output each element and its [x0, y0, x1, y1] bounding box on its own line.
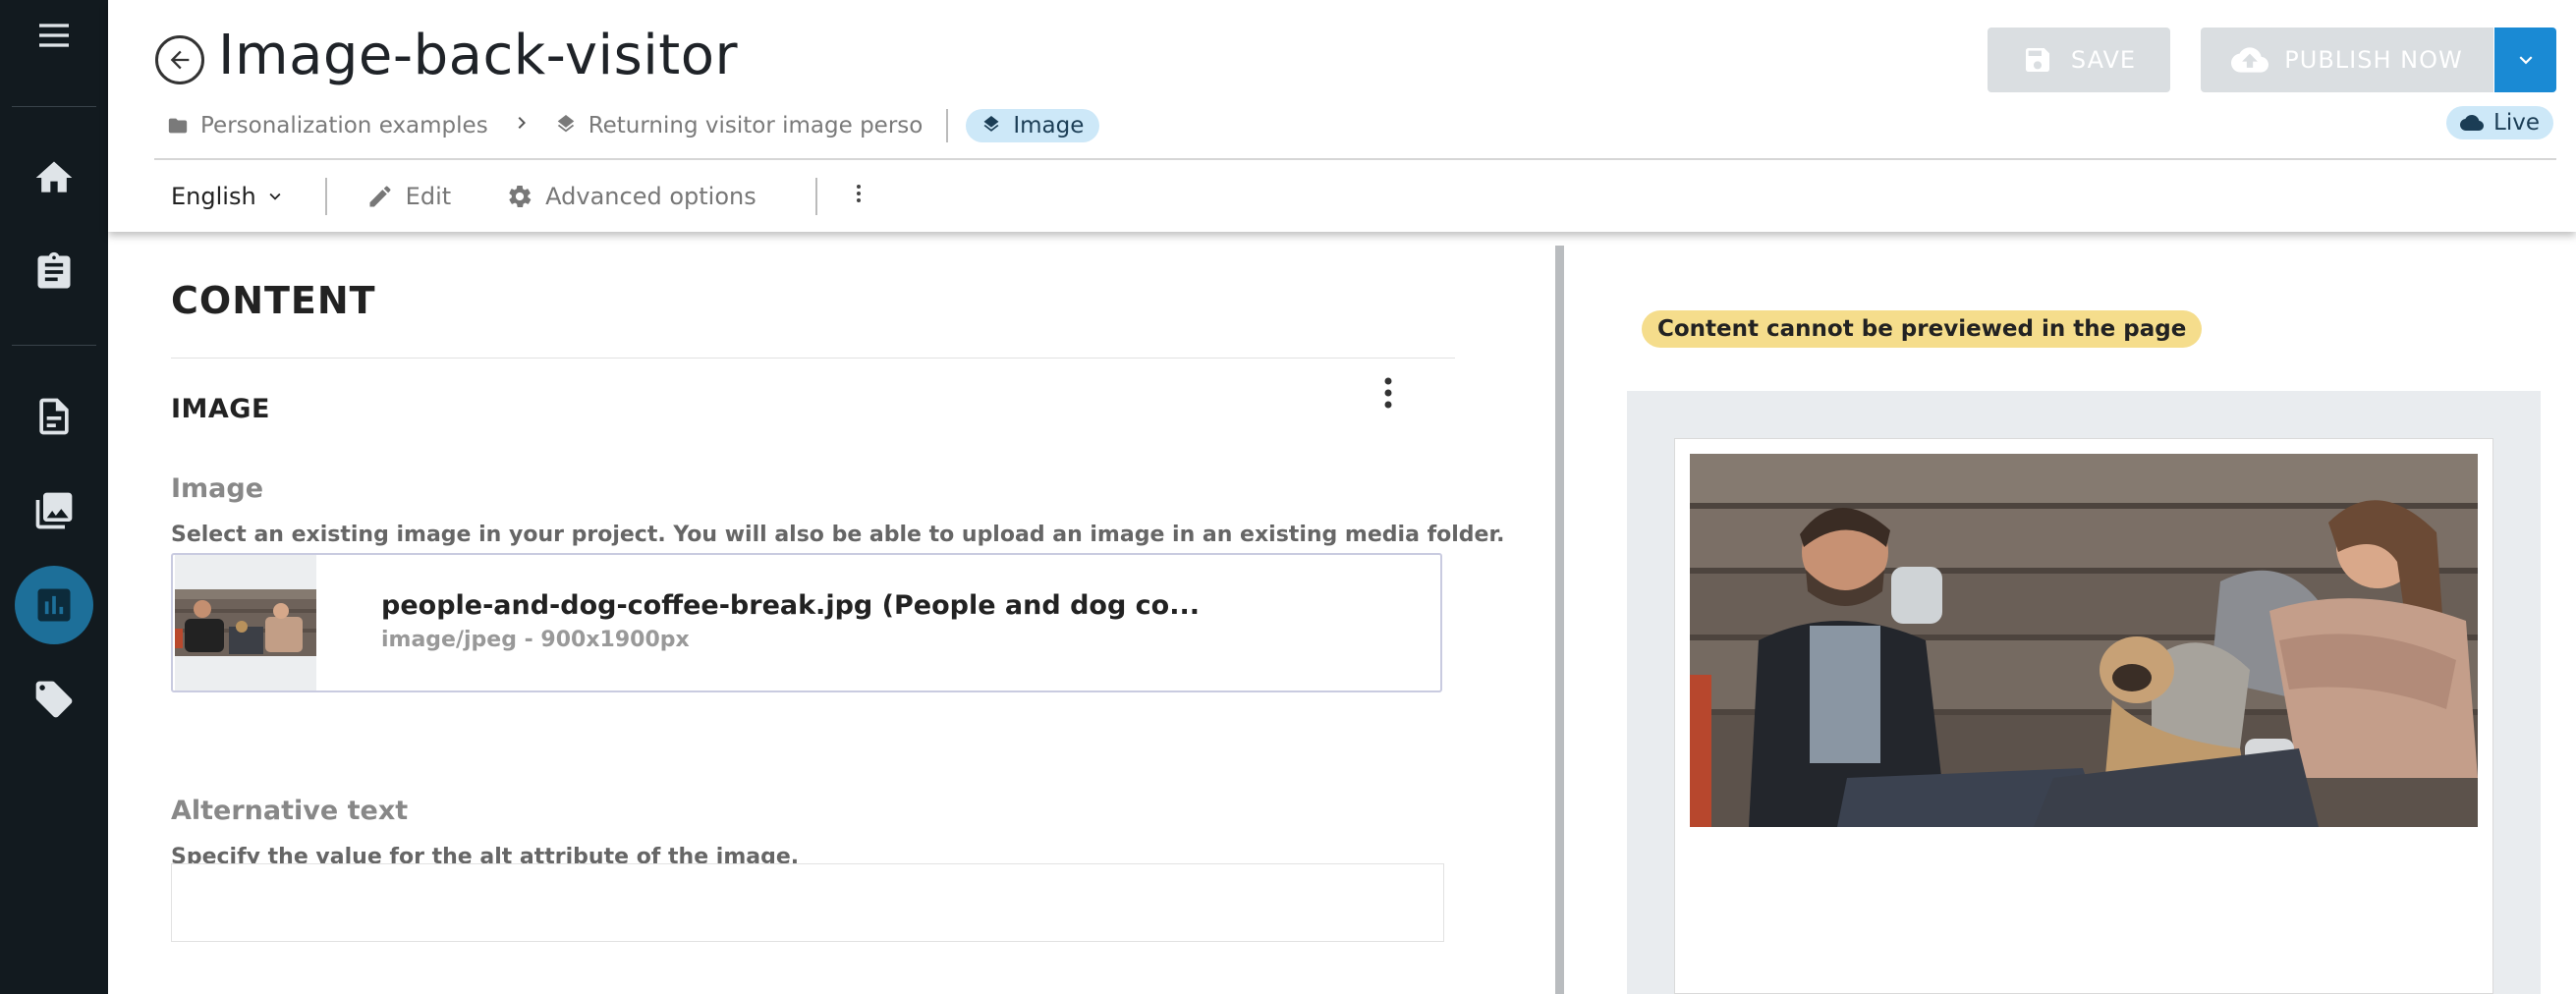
advanced-options-label: Advanced options: [545, 183, 756, 210]
gear-icon: [509, 186, 532, 207]
analytics-icon[interactable]: [15, 566, 93, 644]
layers-icon: [557, 115, 574, 133]
breadcrumb-divider: [946, 109, 949, 142]
content-divider: [171, 358, 1455, 359]
clipboard-icon[interactable]: [15, 233, 93, 311]
image-thumbnail: [175, 555, 316, 690]
sidebar-divider: [12, 106, 96, 107]
image-field-help: Select an existing image in your project…: [171, 523, 1505, 547]
preview-frame: [1627, 391, 2541, 994]
alt-text-input[interactable]: [171, 863, 1444, 942]
home-icon[interactable]: [15, 138, 93, 217]
image-file-meta: image/jpeg - 900x1900px: [381, 628, 690, 652]
back-button[interactable]: [155, 35, 204, 84]
save-label: SAVE: [2070, 46, 2137, 74]
alt-text-label: Alternative text: [171, 796, 409, 826]
content-editor: CONTENT IMAGE Image Select an existing i…: [108, 232, 1555, 994]
breadcrumb: Personalization examples Returning visit…: [167, 108, 1100, 143]
photo-thumbnail: [175, 589, 316, 656]
language-label: English: [171, 183, 256, 210]
breadcrumb-item[interactable]: Returning visitor image perso: [555, 113, 924, 138]
breadcrumb-folder-label: Personalization examples: [200, 113, 488, 138]
content-heading: CONTENT: [171, 279, 376, 322]
chevron-down-icon: [2519, 56, 2532, 65]
chevron-right-icon: [510, 111, 533, 140]
pane-splitter[interactable]: [1555, 246, 1564, 994]
content-icon[interactable]: [15, 377, 93, 456]
pencil-icon: [369, 186, 391, 207]
editor-header: Image-back-visitor Personalization examp…: [108, 0, 2576, 232]
header-divider: [154, 158, 2556, 160]
tag-icon[interactable]: [15, 660, 93, 739]
save-button[interactable]: SAVE: [1988, 28, 2170, 92]
sidebar: [0, 0, 108, 994]
toolbar-divider: [324, 178, 327, 215]
edit-label: Edit: [405, 183, 452, 210]
image-field-more-icon[interactable]: [1378, 376, 1398, 410]
section-title: IMAGE: [171, 394, 270, 424]
breadcrumb-item-label: Returning visitor image perso: [588, 113, 924, 138]
sidebar-divider: [12, 345, 96, 346]
arrow-left-icon: [170, 50, 190, 70]
page-title: Image-back-visitor: [218, 24, 739, 87]
publish-label: PUBLISH NOW: [2284, 46, 2463, 74]
live-status-label: Live: [2493, 110, 2540, 136]
cloud-upload-icon: [2231, 47, 2269, 73]
content-type-label: Image: [1013, 113, 1085, 138]
preview-image: [1690, 454, 2478, 827]
preview-pane: Content cannot be previewed in the page: [1564, 232, 2576, 994]
language-selector[interactable]: English: [171, 183, 286, 210]
media-icon[interactable]: [15, 471, 93, 550]
preview-warning-badge: Content cannot be previewed in the page: [1642, 310, 2203, 348]
image-field-label: Image: [171, 473, 264, 504]
chevron-down-icon: [269, 193, 281, 200]
preview-card: [1674, 438, 2493, 994]
floppy-disk-icon: [2025, 48, 2049, 72]
publish-now-button[interactable]: PUBLISH NOW: [2201, 28, 2493, 92]
live-status-badge: Live: [2446, 106, 2553, 139]
layers-icon: [983, 116, 999, 132]
cloud-icon: [2460, 115, 2484, 131]
folder-icon: [168, 118, 188, 134]
more-options-button[interactable]: [847, 180, 870, 213]
more-vertical-icon: [856, 185, 861, 202]
edit-button[interactable]: Edit: [366, 183, 451, 210]
publish-options-dropdown[interactable]: [2494, 28, 2556, 92]
image-field[interactable]: people-and-dog-coffee-break.jpg (People …: [171, 553, 1442, 692]
advanced-options-button[interactable]: Advanced options: [506, 183, 756, 210]
breadcrumb-folder[interactable]: Personalization examples: [167, 113, 488, 138]
content-type-chip: Image: [966, 109, 1100, 142]
menu-icon[interactable]: [15, 0, 93, 75]
toolbar-divider: [814, 178, 817, 215]
editor-toolbar: English Edit Advanced options: [171, 175, 870, 218]
image-file-name: people-and-dog-coffee-break.jpg (People …: [381, 590, 1201, 621]
